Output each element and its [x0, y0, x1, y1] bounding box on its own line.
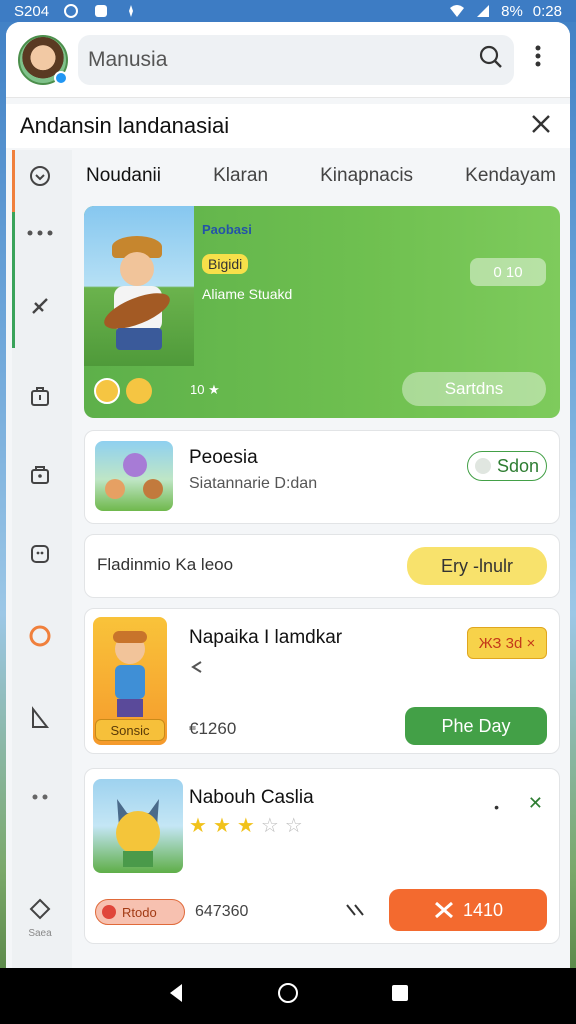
star-empty-icon: ☆ — [260, 815, 285, 837]
list-item-napaika[interactable]: Sonsic Napaika I lamdkar ЖЗ 3d × €1260 P… — [84, 608, 560, 754]
item-subtitle: Siatannarie D:dan — [189, 475, 318, 492]
signal-icon — [475, 4, 491, 18]
page-header: Andansin landanasiai — [6, 104, 570, 148]
search-icon[interactable] — [478, 44, 504, 76]
item-title: Nabouh Caslia — [189, 787, 314, 808]
tab-bar: Noudanii Klaran Kinapnacis Kendayam — [78, 154, 564, 198]
tab-klaran[interactable]: Klaran — [213, 165, 268, 187]
battery-level: 8% — [501, 2, 523, 20]
hero-subtitle: Aliame Stuakd — [202, 286, 293, 302]
item-thumbnail — [93, 779, 183, 873]
app-icon — [93, 4, 109, 18]
rail-dots-icon[interactable] — [12, 782, 68, 808]
online-indicator — [54, 70, 68, 85]
hero-rating: 10 ★ — [190, 382, 220, 397]
search-input[interactable]: Manusia — [78, 34, 514, 85]
discount-tag[interactable]: ЖЗ 3d × — [467, 627, 547, 659]
crown-badge-icon — [94, 378, 120, 404]
rail-more-icon[interactable] — [12, 218, 68, 244]
search-value: Manusia — [88, 47, 168, 71]
item-badge: Sonsic — [95, 719, 165, 741]
star-filled-icon: ★ — [236, 815, 261, 837]
tag-chip-label: Rtodo — [122, 904, 157, 920]
toggle-dot-icon — [474, 458, 491, 474]
hero-timer: 0 10 — [470, 258, 546, 286]
close-icon[interactable] — [526, 110, 556, 142]
star-empty-icon: ☆ — [284, 815, 309, 837]
rail-diamond-icon[interactable] — [12, 898, 68, 926]
item-title: Fladinmio Ka leoo — [97, 555, 234, 574]
item-thumbnail — [95, 441, 173, 511]
follow-button-label: Sdon — [496, 455, 540, 476]
search-row: Manusia — [6, 22, 570, 98]
more-vertical-icon[interactable] — [518, 44, 558, 75]
hero-banner[interactable]: Paobasi Bigidi Aliame Stuakd 0 10 10 ★ S… — [84, 206, 560, 418]
star-filled-icon: ★ — [212, 815, 237, 837]
buy-button[interactable]: 1410 — [389, 889, 547, 931]
rail-bag-icon[interactable] — [12, 384, 68, 414]
close-small-icon[interactable]: ✕ — [528, 793, 543, 814]
left-rail: Saea — [12, 150, 72, 968]
item-title: Napaika I lamdkar — [189, 627, 343, 648]
app-window: Manusia Andansin landanasiai Saea Noudan… — [6, 22, 570, 968]
status-bar: S204 8% 0:28 — [0, 0, 576, 22]
item-title: Peoesia — [189, 447, 258, 468]
home-icon[interactable] — [277, 982, 299, 1010]
recents-icon[interactable] — [390, 983, 410, 1009]
wifi-icon — [449, 4, 465, 18]
follow-button[interactable]: Sdon — [467, 451, 547, 481]
rail-chat-icon[interactable] — [12, 542, 68, 572]
rail-home-icon[interactable] — [12, 164, 68, 194]
rail-flag-icon[interactable] — [12, 706, 68, 736]
list-item-fladinmio[interactable]: Fladinmio Ka leoo Ery -lnulr — [84, 534, 560, 598]
hero-illustration — [84, 206, 194, 366]
item-price: 647360 — [195, 903, 249, 920]
page-title: Andansin landanasiai — [20, 113, 230, 138]
back-icon[interactable] — [166, 982, 186, 1010]
system-nav-bar — [0, 968, 576, 1024]
notification-icon — [63, 4, 79, 18]
face-badge-icon — [126, 378, 152, 404]
tab-noudanii[interactable]: Noudanii — [86, 165, 161, 187]
settings-small-icon — [123, 4, 139, 18]
buy-button-label: 1410 — [462, 899, 504, 920]
status-time-right: 0:28 — [532, 2, 562, 20]
dot-icon: • — [494, 799, 499, 815]
item-price: €1260 — [189, 719, 237, 738]
primary-yellow-button[interactable]: Ery -lnulr — [407, 547, 547, 585]
hero-action-button[interactable]: Sartdns — [402, 372, 546, 406]
status-time-left: S204 — [14, 2, 50, 20]
hero-badge: Bigidi — [202, 254, 249, 274]
hero-tag: Paobasi — [202, 222, 252, 237]
rail-tools-icon[interactable] — [12, 294, 68, 324]
play-button[interactable]: Phe Day — [405, 707, 547, 745]
rail-record-icon[interactable] — [12, 624, 68, 654]
rating-stars: ★★★☆☆ — [189, 813, 309, 838]
star-filled-icon: ★ — [189, 815, 213, 837]
swap-icon[interactable] — [345, 901, 365, 924]
avatar[interactable] — [18, 34, 68, 85]
share-icon[interactable] — [189, 659, 205, 680]
rail-lock-icon[interactable] — [12, 462, 68, 492]
list-item-nabouh[interactable]: Nabouh Caslia ★★★☆☆ • ✕ Rtodo 647360 141… — [84, 768, 560, 944]
rail-bottom-label: Saea — [28, 928, 52, 939]
list-item-peoesia[interactable]: Peoesia Siatannarie D:dan Sdon — [84, 430, 560, 524]
tab-kinapnacis[interactable]: Kinapnacis — [320, 165, 413, 187]
chip-icon — [102, 905, 116, 919]
tab-kendayam[interactable]: Kendayam — [465, 165, 556, 187]
tag-chip[interactable]: Rtodo — [95, 899, 185, 925]
